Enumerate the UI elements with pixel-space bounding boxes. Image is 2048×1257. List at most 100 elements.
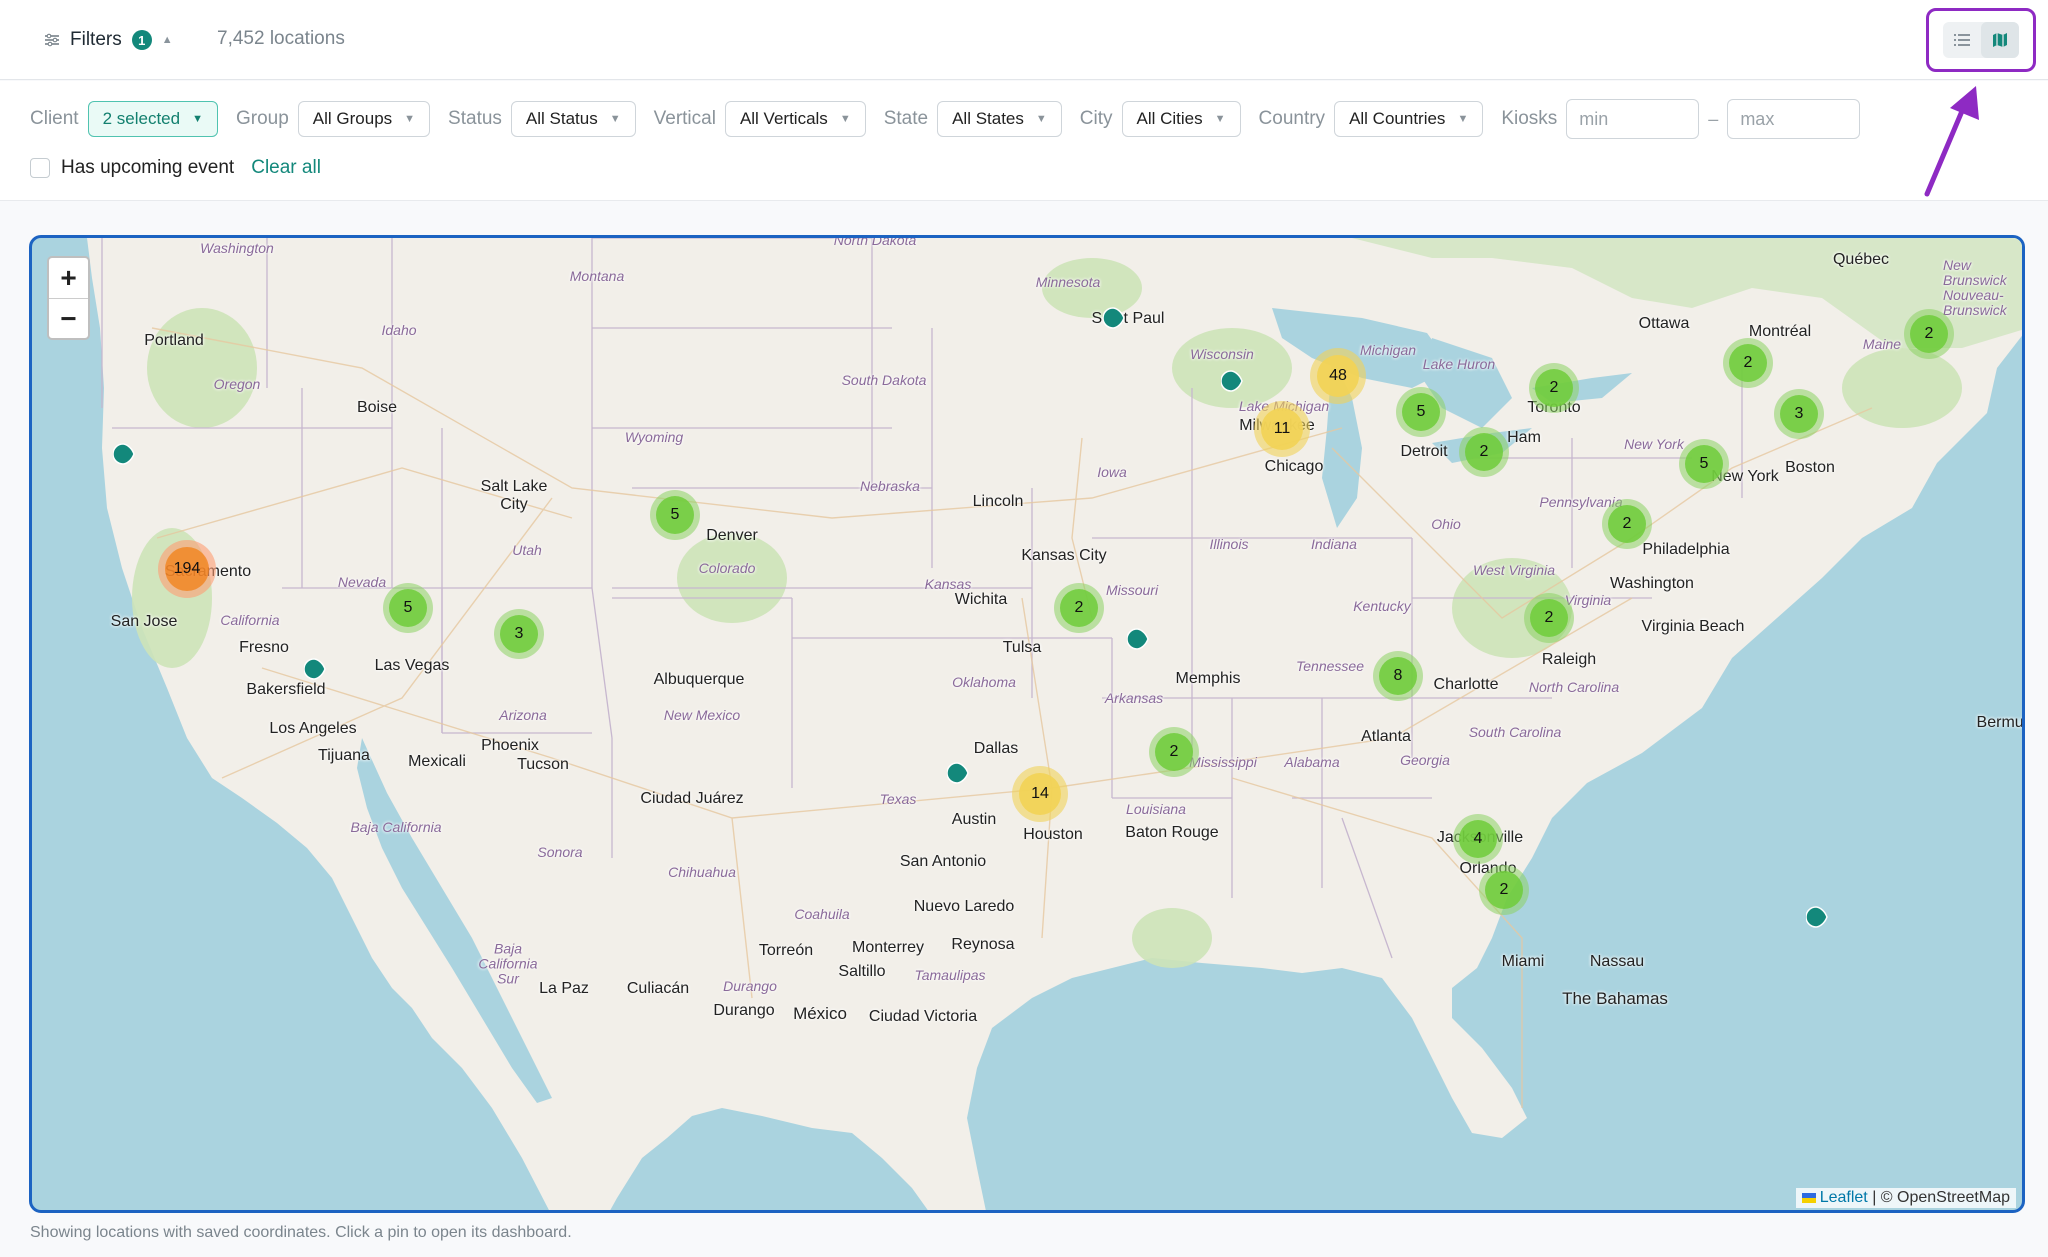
view-toggle-group — [1943, 22, 2019, 58]
location-cluster[interactable]: 5 — [1396, 387, 1446, 437]
location-cluster[interactable]: 2 — [1723, 338, 1773, 388]
cluster-count: 5 — [656, 496, 694, 534]
location-cluster[interactable]: 48 — [1310, 348, 1366, 404]
map-label: New Mexico — [663, 707, 741, 723]
kiosks-min-input[interactable] — [1566, 99, 1700, 139]
location-cluster[interactable]: 2 — [1602, 499, 1652, 549]
map-label: Ham — [1507, 429, 1541, 446]
location-cluster[interactable]: 2 — [1459, 427, 1509, 477]
map-label: San Antonio — [899, 853, 987, 870]
cluster-count: 2 — [1530, 599, 1568, 637]
location-cluster[interactable]: 11 — [1254, 401, 1310, 457]
location-pin[interactable] — [113, 443, 135, 465]
location-cluster[interactable]: 14 — [1012, 766, 1068, 822]
map-label: Tennessee — [1296, 658, 1364, 674]
map-label: Mexicali — [408, 753, 466, 770]
location-cluster[interactable]: 5 — [383, 583, 433, 633]
map-label: Michigan — [1359, 342, 1417, 358]
map-label: Washington — [1610, 575, 1694, 592]
list-icon — [1954, 34, 1970, 46]
chevron-down-icon: ▼ — [1214, 113, 1226, 125]
location-cluster[interactable]: 5 — [1679, 439, 1729, 489]
zoom-in-button[interactable]: + — [49, 258, 88, 298]
map-label: Monterrey — [851, 939, 925, 956]
vertical-select[interactable]: All Verticals ▼ — [724, 101, 866, 137]
client-select[interactable]: 2 selected ▼ — [87, 101, 218, 137]
map-label: Colorado — [698, 560, 756, 576]
group-label: Group — [235, 108, 289, 129]
clear-all-link[interactable]: Clear all — [251, 157, 321, 179]
location-cluster[interactable]: 2 — [1524, 593, 1574, 643]
map-label: Ciudad Juárez — [640, 790, 744, 807]
filters-toggle-button[interactable]: Filters 1 ▲ — [44, 24, 173, 56]
map-label: Bakersfield — [246, 681, 326, 698]
map-label: Iowa — [1097, 464, 1127, 480]
location-pin[interactable] — [947, 762, 969, 784]
group-value: All Groups — [312, 109, 393, 128]
map-label: Austin — [951, 811, 997, 828]
location-cluster[interactable]: 4 — [1453, 814, 1503, 864]
location-cluster[interactable]: 3 — [494, 609, 544, 659]
map-label: Chihuahua — [668, 864, 736, 880]
map-label: Washington — [200, 240, 274, 256]
leaflet-link[interactable]: Leaflet — [1820, 1189, 1868, 1206]
zoom-out-button[interactable]: − — [49, 298, 88, 338]
upcoming-event-checkbox[interactable] — [30, 158, 50, 178]
state-select[interactable]: All States ▼ — [937, 101, 1062, 137]
map-label: North Carolina — [1528, 679, 1620, 695]
cluster-count: 2 — [1535, 369, 1573, 407]
map-label: Denver — [706, 527, 758, 544]
state-label: State — [883, 108, 929, 129]
client-label: Client — [30, 108, 79, 129]
map-label: Albuquerque — [653, 671, 745, 688]
location-cluster[interactable]: 2 — [1479, 865, 1529, 915]
location-pin[interactable] — [1221, 370, 1243, 392]
chevron-up-icon: ▲ — [161, 34, 173, 46]
group-select[interactable]: All Groups ▼ — [297, 101, 431, 137]
location-cluster[interactable]: 2 — [1529, 363, 1579, 413]
location-cluster[interactable]: 5 — [650, 490, 700, 540]
city-label: City — [1079, 108, 1113, 129]
map-label: San Jose — [110, 613, 178, 630]
location-pin[interactable] — [1806, 906, 1828, 928]
map-label: Atlanta — [1361, 728, 1411, 745]
cluster-count: 2 — [1465, 433, 1503, 471]
map-label: Montana — [569, 268, 625, 284]
map-label: Texas — [879, 791, 917, 807]
cluster-count: 2 — [1155, 733, 1193, 771]
cluster-count: 2 — [1608, 505, 1646, 543]
map-label: Los Angeles — [269, 720, 357, 737]
vertical-value: All Verticals — [739, 109, 828, 128]
kiosks-max-input[interactable] — [1727, 99, 1861, 139]
country-select[interactable]: All Countries ▼ — [1334, 101, 1484, 137]
location-cluster[interactable]: 2 — [1149, 727, 1199, 777]
map-label: Salt Lake City — [480, 478, 548, 513]
cluster-count: 14 — [1019, 773, 1061, 815]
country-label: Country — [1258, 108, 1326, 129]
location-pin[interactable] — [304, 658, 326, 680]
map-label: Nuevo Laredo — [913, 898, 1015, 915]
map-label: New Brunswick Nouveau-Brunswick — [1943, 257, 2007, 318]
map-label: California — [220, 612, 280, 628]
location-pin[interactable] — [1127, 628, 1149, 650]
location-cluster[interactable]: 8 — [1373, 651, 1423, 701]
status-select[interactable]: All Status ▼ — [510, 101, 636, 137]
city-select[interactable]: All Cities ▼ — [1121, 101, 1241, 137]
map-label: Baton Rouge — [1125, 824, 1219, 841]
cluster-count: 48 — [1317, 355, 1359, 397]
map-label: Georgia — [1400, 752, 1450, 768]
location-cluster[interactable]: 3 — [1774, 389, 1824, 439]
map-label: Chicago — [1264, 458, 1324, 475]
location-pin[interactable] — [1103, 307, 1125, 329]
location-cluster[interactable]: 194 — [158, 540, 216, 598]
map-label: Raleigh — [1541, 651, 1597, 668]
location-cluster[interactable]: 2 — [1904, 309, 1954, 359]
map-label: Charlotte — [1433, 676, 1499, 693]
locations-map[interactable]: Washington Montana Minnesota Québec Port… — [29, 235, 2025, 1213]
filter-row-secondary: Has upcoming event Clear all — [30, 153, 321, 183]
vertical-label: Vertical — [653, 108, 716, 129]
location-cluster[interactable]: 2 — [1054, 583, 1104, 633]
map-label: Boise — [356, 399, 398, 416]
list-view-button[interactable] — [1943, 22, 1981, 58]
map-view-button[interactable] — [1981, 22, 2019, 58]
